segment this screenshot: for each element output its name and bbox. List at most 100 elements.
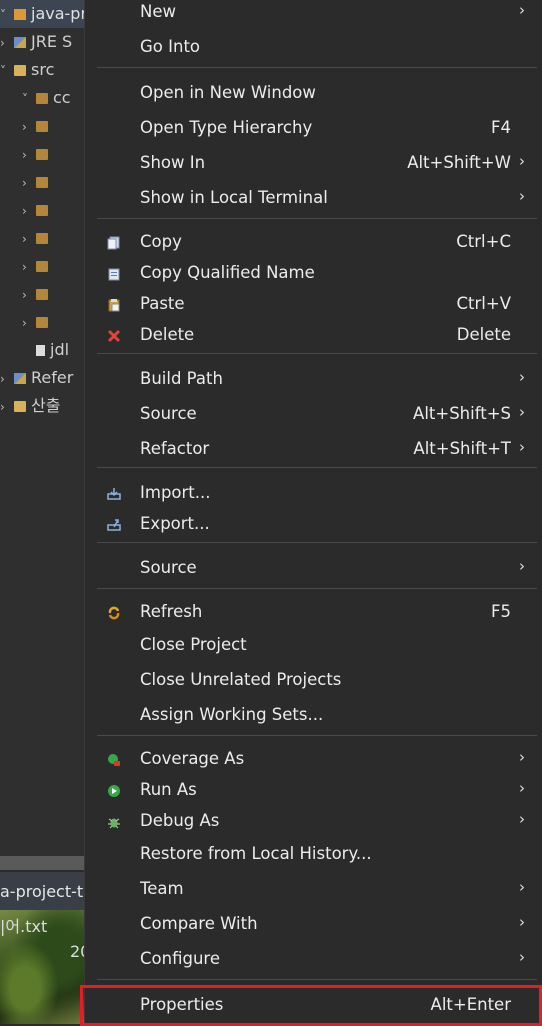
collapse-arrow-icon[interactable]: › xyxy=(22,169,32,197)
collapse-arrow-icon[interactable]: › xyxy=(0,29,10,57)
menu-item-copy[interactable]: Copy Ctrl+C xyxy=(85,226,542,258)
menu-item-export[interactable]: Export... xyxy=(85,508,542,540)
menu-item-label: Show in Local Terminal xyxy=(140,188,328,207)
menu-item-open-in-new-window[interactable]: Open in New Window xyxy=(85,77,542,109)
bottom-tab-title[interactable]: a-project-te xyxy=(0,880,93,904)
explorer-tree-item[interactable]: ˅ cc xyxy=(0,84,84,112)
menu-item-new[interactable]: New › xyxy=(85,0,542,28)
explorer-tree-item[interactable]: › xyxy=(0,308,84,336)
package-icon xyxy=(36,121,48,132)
menu-item-source[interactable]: Source Alt+Shift+S › xyxy=(85,398,542,430)
collapse-arrow-icon[interactable]: › xyxy=(0,393,10,421)
submenu-arrow-icon: › xyxy=(519,438,525,456)
menu-item-refactor[interactable]: Refactor Alt+Shift+T › xyxy=(85,433,542,465)
explorer-tree-item[interactable]: › JRE S xyxy=(0,28,84,56)
explorer-horizontal-scrollbar[interactable] xyxy=(0,856,84,870)
menu-separator xyxy=(97,218,537,219)
explorer-tree-item-label: Refer xyxy=(31,368,74,387)
menu-item-show-in-local-terminal[interactable]: Show in Local Terminal › xyxy=(85,182,542,214)
collapse-arrow-icon[interactable]: › xyxy=(22,197,32,225)
explorer-tree-item[interactable]: › xyxy=(0,140,84,168)
menu-item-refresh[interactable]: Refresh F5 xyxy=(85,596,542,628)
menu-item-restore-from-local-history[interactable]: Restore from Local History... xyxy=(85,838,542,870)
submenu-arrow-icon: › xyxy=(519,187,525,205)
menu-item-team[interactable]: Team › xyxy=(85,873,542,905)
menu-item-run-as[interactable]: Run As › xyxy=(85,774,542,806)
library-icon xyxy=(14,373,26,384)
menu-separator xyxy=(97,588,537,589)
paste-icon xyxy=(107,297,121,312)
collapse-arrow-icon[interactable]: › xyxy=(22,309,32,337)
menu-item-label: Debug As xyxy=(140,811,220,830)
menu-item-build-path[interactable]: Build Path › xyxy=(85,363,542,395)
menu-item-paste[interactable]: Paste Ctrl+V xyxy=(85,288,542,320)
explorer-tree-item-label: JRE S xyxy=(31,32,73,51)
explorer-tree-item-label: java-pro xyxy=(31,4,84,23)
menu-item-shortcut: Alt+Shift+S xyxy=(413,404,511,423)
collapse-arrow-icon[interactable]: › xyxy=(22,141,32,169)
coverage-icon xyxy=(107,752,121,766)
package-icon xyxy=(36,317,48,328)
menu-item-coverage-as[interactable]: Coverage As › xyxy=(85,743,542,775)
menu-item-label: Compare With xyxy=(140,914,258,933)
submenu-arrow-icon: › xyxy=(519,810,525,828)
explorer-tree-item[interactable]: › 산출 xyxy=(0,392,84,420)
expand-arrow-icon[interactable]: ˅ xyxy=(0,1,10,29)
submenu-arrow-icon: › xyxy=(519,913,525,931)
menu-item-close-unrelated-projects[interactable]: Close Unrelated Projects xyxy=(85,664,542,696)
submenu-arrow-icon: › xyxy=(519,779,525,797)
package-icon xyxy=(36,261,48,272)
menu-item-label: Close Project xyxy=(140,635,247,654)
submenu-arrow-icon: › xyxy=(519,878,525,896)
export-icon xyxy=(107,517,121,531)
package-icon xyxy=(36,93,48,104)
menu-item-shortcut: F4 xyxy=(491,118,511,137)
menu-item-import[interactable]: Import... xyxy=(85,477,542,509)
menu-item-close-project[interactable]: Close Project xyxy=(85,629,542,661)
folder-icon xyxy=(14,65,26,76)
explorer-tree-item[interactable]: ˅ java-pro xyxy=(0,0,84,28)
menu-item-label: Configure xyxy=(140,949,220,968)
explorer-tree-item[interactable]: › xyxy=(0,224,84,252)
menu-item-go-into[interactable]: Go Into xyxy=(85,31,542,63)
explorer-tree-item[interactable]: › xyxy=(0,168,84,196)
menu-item-show-in[interactable]: Show In Alt+Shift+W › xyxy=(85,147,542,179)
menu-item-compare-with[interactable]: Compare With › xyxy=(85,908,542,940)
menu-item-shortcut: Alt+Shift+W xyxy=(407,153,511,172)
menu-item-label: Team xyxy=(140,879,184,898)
context-menu: New › Go Into Open in New Window Open Type H… xyxy=(84,0,542,1024)
collapse-arrow-icon[interactable]: › xyxy=(22,281,32,309)
collapse-arrow-icon[interactable]: › xyxy=(22,253,32,281)
explorer-tree-item[interactable]: › xyxy=(0,280,84,308)
menu-item-label: Go Into xyxy=(140,37,201,56)
menu-item-assign-working-sets[interactable]: Assign Working Sets... xyxy=(85,699,542,731)
menu-item-label: Open in New Window xyxy=(140,83,316,102)
expand-arrow-icon[interactable]: ˅ xyxy=(22,85,32,113)
menu-item-delete[interactable]: Delete Delete xyxy=(85,319,542,351)
menu-item-source[interactable]: Source › xyxy=(85,552,542,584)
collapse-arrow-icon[interactable]: › xyxy=(22,225,32,253)
menu-item-copy-qualified-name[interactable]: Copy Qualified Name xyxy=(85,257,542,289)
menu-item-debug-as[interactable]: Debug As › xyxy=(85,805,542,837)
submenu-arrow-icon: › xyxy=(519,368,525,386)
explorer-tree-item[interactable]: jdl xyxy=(0,336,84,364)
menu-item-label: Source xyxy=(140,558,197,577)
menu-item-open-type-hierarchy[interactable]: Open Type Hierarchy F4 xyxy=(85,112,542,144)
explorer-tree-item[interactable]: › xyxy=(0,112,84,140)
explorer-tree-item[interactable]: › xyxy=(0,252,84,280)
package-icon xyxy=(36,205,48,216)
submenu-arrow-icon: › xyxy=(519,948,525,966)
collapse-arrow-icon[interactable]: › xyxy=(22,113,32,141)
copy-qualified-name-icon xyxy=(107,266,121,281)
run-icon xyxy=(107,783,121,797)
explorer-tree-item[interactable]: ˅ src xyxy=(0,56,84,84)
expand-arrow-icon[interactable]: ˅ xyxy=(0,57,10,85)
collapse-arrow-icon[interactable]: › xyxy=(0,365,10,393)
explorer-tree-item-label: jdl xyxy=(50,340,70,359)
menu-item-shortcut: Alt+Shift+T xyxy=(413,439,511,458)
package-icon xyxy=(36,177,48,188)
explorer-tree-item[interactable]: › xyxy=(0,196,84,224)
menu-item-label: Source xyxy=(140,404,197,423)
menu-item-configure[interactable]: Configure › xyxy=(85,943,542,975)
explorer-tree-item[interactable]: › Refer xyxy=(0,364,84,392)
